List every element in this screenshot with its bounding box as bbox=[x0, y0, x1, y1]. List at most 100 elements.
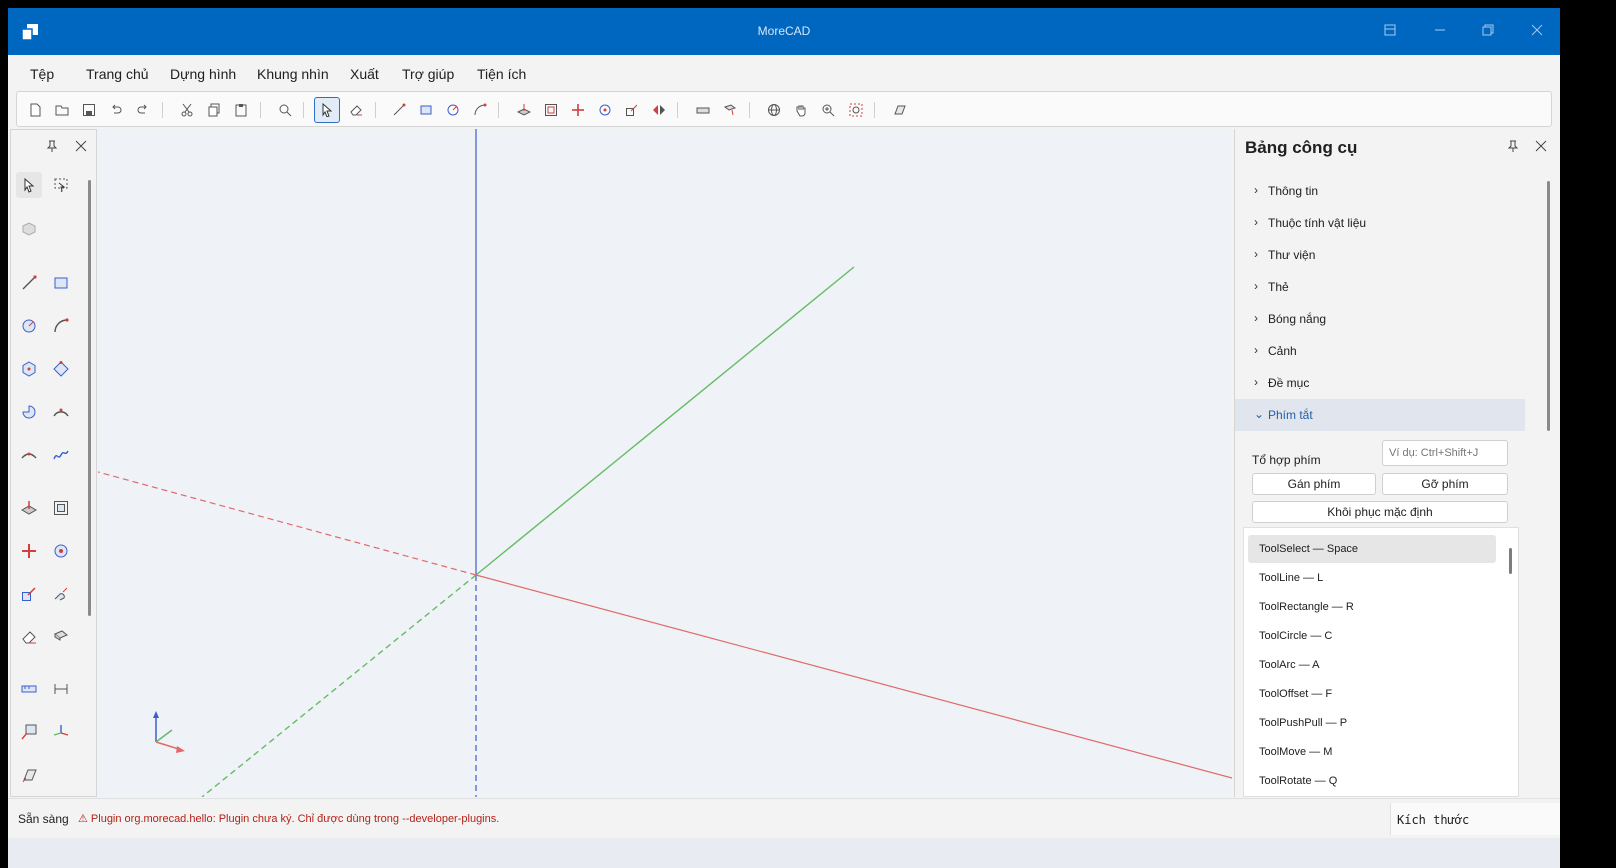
scale-icon[interactable] bbox=[622, 100, 642, 120]
section-library[interactable]: › Thư viện bbox=[1235, 239, 1525, 271]
eraser-icon[interactable] bbox=[346, 100, 366, 120]
list-item[interactable]: ToolSelect — Space bbox=[1248, 535, 1496, 563]
menu-help[interactable]: Trợ giúp bbox=[402, 66, 454, 82]
key-combo-input[interactable] bbox=[1382, 440, 1508, 466]
move-icon[interactable] bbox=[568, 100, 588, 120]
undo-icon[interactable] bbox=[106, 100, 126, 120]
list-item[interactable]: ToolOffset — F bbox=[1248, 680, 1496, 708]
polygon-icon[interactable] bbox=[16, 356, 42, 382]
section-material-properties[interactable]: › Thuộc tính vật liệu bbox=[1235, 207, 1525, 239]
palette-rotate-icon[interactable] bbox=[48, 538, 74, 564]
push-pull-icon[interactable] bbox=[514, 100, 534, 120]
menu-modeling[interactable]: Dựng hình bbox=[170, 66, 236, 82]
zoom-window-icon[interactable] bbox=[846, 100, 866, 120]
redo-icon[interactable] bbox=[133, 100, 153, 120]
pan-icon[interactable] bbox=[791, 100, 811, 120]
menu-home[interactable]: Trang chủ bbox=[86, 66, 149, 82]
palette-push-pull-icon[interactable] bbox=[16, 495, 42, 521]
palette-close-icon[interactable] bbox=[75, 140, 87, 155]
two-point-arc-icon[interactable] bbox=[16, 442, 42, 468]
text-icon[interactable] bbox=[16, 719, 42, 745]
palette-eraser-icon[interactable] bbox=[16, 624, 42, 650]
palette-scrollbar[interactable] bbox=[88, 180, 91, 616]
section-outline[interactable]: › Đề mục bbox=[1235, 367, 1525, 399]
section-tags[interactable]: › Thẻ bbox=[1235, 271, 1525, 303]
line-icon[interactable] bbox=[389, 100, 409, 120]
paste-icon[interactable] bbox=[231, 100, 251, 120]
section-plane-icon[interactable] bbox=[889, 100, 909, 120]
palette-move-icon[interactable] bbox=[16, 538, 42, 564]
palette-pin-icon[interactable] bbox=[46, 140, 58, 155]
remove-key-button[interactable]: Gỡ phím bbox=[1382, 473, 1508, 495]
palette-arc-icon[interactable] bbox=[48, 313, 74, 339]
pie-icon[interactable] bbox=[16, 399, 42, 425]
cut-icon[interactable] bbox=[177, 100, 197, 120]
viewport-canvas[interactable] bbox=[97, 129, 1233, 798]
palette-section-plane-icon[interactable] bbox=[16, 762, 42, 788]
component-icon[interactable] bbox=[16, 216, 42, 242]
panel-scrollbar[interactable] bbox=[1547, 181, 1550, 431]
orbit-icon[interactable] bbox=[764, 100, 784, 120]
open-folder-icon[interactable] bbox=[52, 100, 72, 120]
list-item[interactable]: ToolLine — L bbox=[1248, 564, 1496, 592]
dimension-box[interactable]: Kích thước bbox=[1390, 803, 1560, 835]
section-info[interactable]: › Thông tin bbox=[1235, 175, 1525, 207]
section-shortcuts[interactable]: ⌄ Phím tắt bbox=[1235, 399, 1525, 431]
three-point-arc-icon[interactable] bbox=[48, 399, 74, 425]
palette-tape-measure-icon[interactable] bbox=[16, 676, 42, 702]
reset-default-button[interactable]: Khôi phục mặc định bbox=[1252, 501, 1508, 523]
flip-icon[interactable] bbox=[649, 100, 669, 120]
menu-export[interactable]: Xuất bbox=[350, 66, 379, 82]
zoom-icon[interactable] bbox=[818, 100, 838, 120]
palette-rectangle-icon[interactable] bbox=[48, 270, 74, 296]
copy-icon[interactable] bbox=[204, 100, 224, 120]
minimize-icon[interactable] bbox=[1428, 20, 1452, 44]
new-file-icon[interactable] bbox=[25, 100, 45, 120]
close-icon[interactable] bbox=[1525, 20, 1549, 44]
select-icon[interactable] bbox=[314, 97, 340, 123]
chevron-right-icon: › bbox=[1254, 279, 1258, 293]
rotate-icon[interactable] bbox=[595, 100, 615, 120]
paint-bucket-icon[interactable] bbox=[720, 100, 740, 120]
menu-file[interactable]: Tệp bbox=[30, 66, 54, 82]
assign-key-button[interactable]: Gán phím bbox=[1252, 473, 1376, 495]
menu-utilities[interactable]: Tiện ích bbox=[477, 66, 526, 82]
palette-line-icon[interactable] bbox=[16, 270, 42, 296]
list-item[interactable]: ToolMove — M bbox=[1248, 738, 1496, 766]
rotated-rectangle-icon[interactable] bbox=[48, 356, 74, 382]
palette-paint-bucket-icon[interactable] bbox=[48, 624, 74, 650]
tape-measure-icon[interactable] bbox=[693, 100, 713, 120]
restore-icon[interactable] bbox=[1476, 20, 1500, 44]
lasso-select-icon[interactable] bbox=[48, 172, 74, 198]
panel-close-icon[interactable] bbox=[1535, 139, 1547, 155]
palette-scale-icon[interactable] bbox=[16, 581, 42, 607]
palette-offset-icon[interactable] bbox=[48, 495, 74, 521]
axes-icon[interactable] bbox=[48, 719, 74, 745]
palette-select-icon[interactable] bbox=[16, 172, 42, 198]
list-item[interactable]: ToolRotate — Q bbox=[1248, 767, 1496, 795]
chevron-right-icon: › bbox=[1254, 311, 1258, 325]
menu-view[interactable]: Khung nhìn bbox=[257, 66, 329, 82]
3d-viewport[interactable] bbox=[97, 129, 1233, 798]
list-item[interactable]: ToolCircle — C bbox=[1248, 622, 1496, 650]
dimension-icon[interactable] bbox=[48, 676, 74, 702]
panel-pin-icon[interactable] bbox=[1507, 139, 1519, 155]
shortcut-list[interactable]: ToolSelect — Space ToolLine — L ToolRect… bbox=[1243, 527, 1519, 797]
list-item[interactable]: ToolArc — A bbox=[1248, 651, 1496, 679]
circle-icon[interactable] bbox=[443, 100, 463, 120]
save-icon[interactable] bbox=[79, 100, 99, 120]
rectangle-icon[interactable] bbox=[416, 100, 436, 120]
follow-me-icon[interactable] bbox=[48, 581, 74, 607]
shortcut-list-scrollbar[interactable] bbox=[1509, 548, 1512, 574]
zoom-extents-icon[interactable] bbox=[275, 100, 295, 120]
chevron-right-icon: › bbox=[1254, 375, 1258, 389]
list-item[interactable]: ToolPushPull — P bbox=[1248, 709, 1496, 737]
freehand-icon[interactable] bbox=[48, 442, 74, 468]
section-shadows[interactable]: › Bóng nắng bbox=[1235, 303, 1525, 335]
section-scenes[interactable]: › Cảnh bbox=[1235, 335, 1525, 367]
palette-circle-icon[interactable] bbox=[16, 313, 42, 339]
arc-icon[interactable] bbox=[470, 100, 490, 120]
list-item[interactable]: ToolRectangle — R bbox=[1248, 593, 1496, 621]
offset-icon[interactable] bbox=[541, 100, 561, 120]
pin-icon[interactable] bbox=[1378, 20, 1402, 44]
